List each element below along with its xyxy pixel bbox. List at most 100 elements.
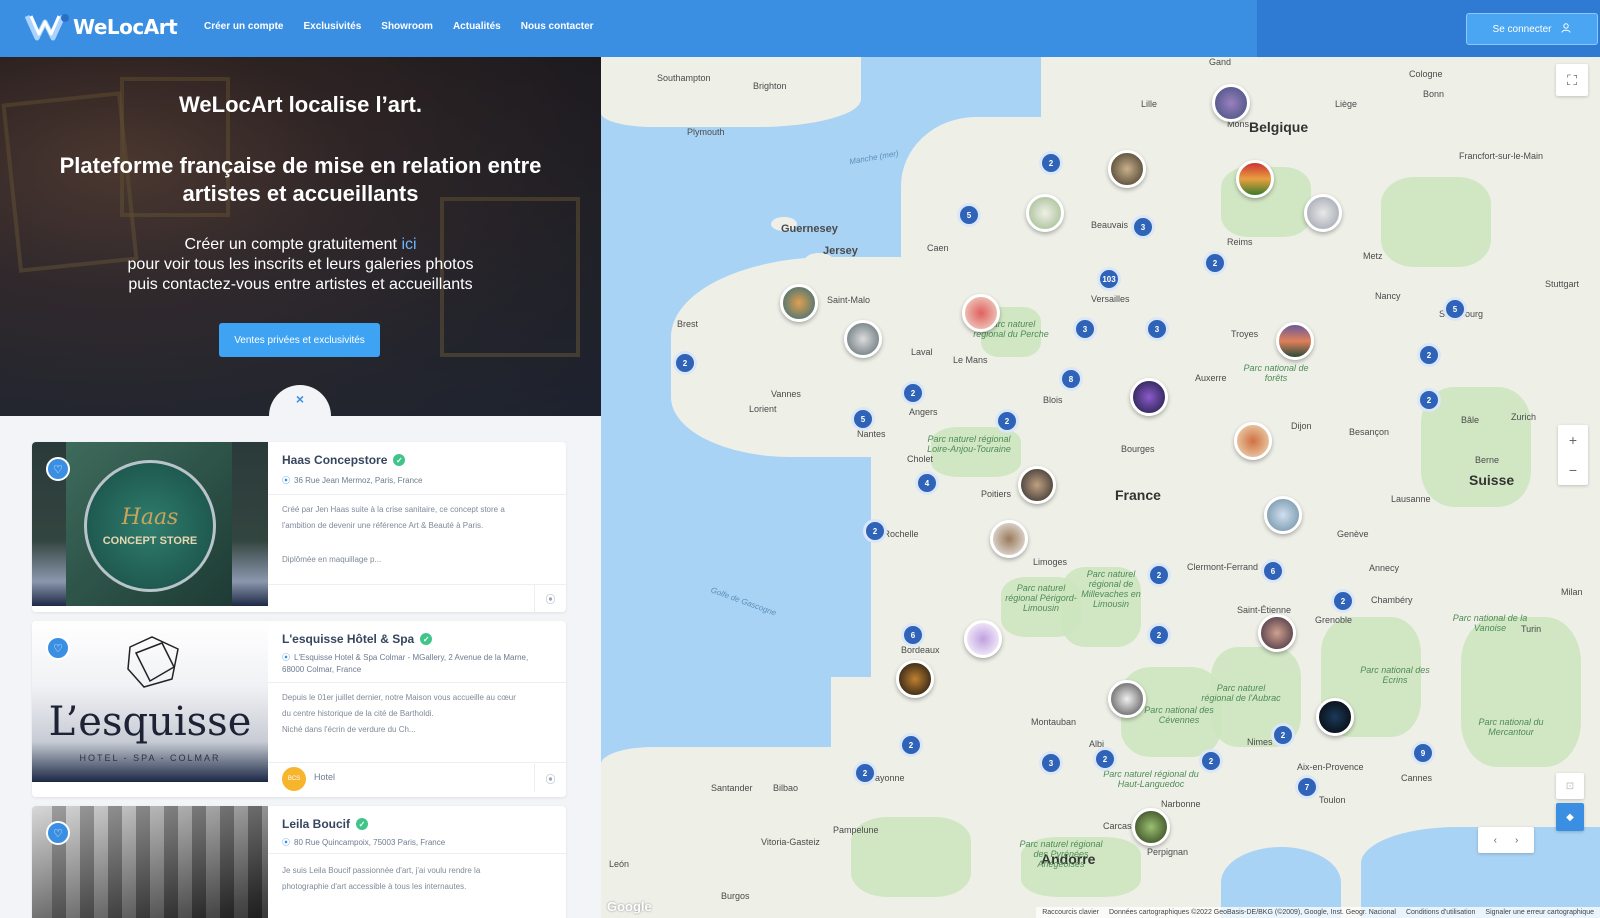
- lock-icon[interactable]: ⊡: [1556, 773, 1584, 799]
- map-cluster-marker[interactable]: 2: [995, 409, 1019, 433]
- divider: [268, 853, 566, 854]
- map-label-brest: Brest: [677, 319, 699, 329]
- park-label: Parc naturel régional de Millevaches en …: [1081, 569, 1141, 609]
- map-label-bordeaux: Bordeaux: [901, 645, 940, 655]
- map-photo-marker[interactable]: [1236, 160, 1274, 198]
- map-cluster-marker[interactable]: 2: [1039, 151, 1063, 175]
- map-photo-marker[interactable]: [1264, 496, 1302, 534]
- map-cluster-marker[interactable]: 2: [853, 761, 877, 785]
- map-cluster-marker[interactable]: 4: [915, 471, 939, 495]
- map-cluster-marker[interactable]: 3: [1039, 751, 1063, 775]
- map-cluster-marker[interactable]: 6: [1261, 559, 1285, 583]
- listing-name[interactable]: Haas Concepstore: [282, 453, 387, 467]
- park-label: Parc naturel régional de l'Aubrac: [1201, 683, 1281, 703]
- login-label: Se connecter: [1492, 23, 1552, 35]
- map-cluster-marker[interactable]: 5: [957, 203, 981, 227]
- map-cluster-marker[interactable]: 2: [901, 381, 925, 405]
- map-cluster-marker[interactable]: 5: [1443, 297, 1467, 321]
- show-on-map-icon[interactable]: ⦿: [534, 764, 566, 792]
- map-photo-marker[interactable]: [964, 620, 1002, 658]
- nav-contact[interactable]: Nous contacter: [521, 21, 594, 32]
- keyboard-shortcuts-link[interactable]: Raccourcis clavier: [1042, 909, 1099, 916]
- map-cluster-marker[interactable]: 2: [1147, 623, 1171, 647]
- login-button[interactable]: Se connecter: [1466, 13, 1598, 45]
- show-on-map-icon[interactable]: ⦿: [534, 584, 566, 612]
- listing-image[interactable]: [32, 806, 268, 918]
- map-cluster-marker[interactable]: 2: [863, 519, 887, 543]
- map-photo-marker[interactable]: [1212, 84, 1250, 122]
- map-cluster-marker[interactable]: 6: [901, 623, 925, 647]
- chevron-right-icon[interactable]: ›: [1515, 835, 1518, 846]
- private-sales-button[interactable]: Ventes privées et exclusivités: [219, 323, 380, 357]
- map-cluster-marker[interactable]: 2: [1417, 388, 1441, 412]
- chevron-left-icon[interactable]: ‹: [1494, 835, 1497, 846]
- map-cluster-marker[interactable]: 7: [1295, 775, 1319, 799]
- map-cluster-marker[interactable]: 2: [1331, 589, 1355, 613]
- pegman-icon[interactable]: ◆: [1556, 803, 1584, 831]
- map-cluster-marker[interactable]: 103: [1097, 267, 1121, 291]
- map-photo-marker[interactable]: [896, 660, 934, 698]
- map-label-dijon: Dijon: [1291, 421, 1312, 431]
- map-photo-marker[interactable]: [1018, 466, 1056, 504]
- map-cluster-marker[interactable]: 8: [1059, 367, 1083, 391]
- left-panel[interactable]: WeLocArt localise l’art. Plateforme fran…: [0, 57, 601, 918]
- map-cluster-marker[interactable]: 3: [1073, 317, 1097, 341]
- listing-name[interactable]: Leila Boucif: [282, 817, 350, 831]
- map-label-liege: Liège: [1335, 99, 1358, 109]
- address-text: 36 Rue Jean Mermoz, Paris, France: [294, 476, 423, 485]
- map-photo-marker[interactable]: [1130, 378, 1168, 416]
- map-cluster-marker[interactable]: 2: [899, 733, 923, 757]
- map-photo-marker[interactable]: [990, 520, 1028, 558]
- fullscreen-icon[interactable]: ⛶: [1556, 64, 1588, 96]
- listing-card[interactable]: Haas CONCEPT STORE ♡ Haas Concepstore ✓ ⦿…: [32, 442, 566, 612]
- map-photo-marker[interactable]: [1258, 614, 1296, 652]
- listing-name[interactable]: L'esquisse Hôtel & Spa: [282, 632, 414, 646]
- map-view[interactable]: France Belgique Suisse Andorre Guernesey…: [601, 57, 1600, 918]
- map-cluster-marker[interactable]: 9: [1411, 741, 1435, 765]
- map-cluster-marker[interactable]: 3: [1131, 215, 1155, 239]
- map-cluster-marker[interactable]: 5: [851, 407, 875, 431]
- report-error-link[interactable]: Signaler une erreur cartographique: [1485, 909, 1594, 916]
- map-photo-marker[interactable]: [1026, 194, 1064, 232]
- map-label-manche: Manche (mer): [848, 148, 900, 167]
- map-cluster-marker[interactable]: 2: [1203, 251, 1227, 275]
- map-photo-marker[interactable]: [1316, 698, 1354, 736]
- map-photo-marker[interactable]: [1108, 150, 1146, 188]
- map-photo-marker[interactable]: [1108, 680, 1146, 718]
- map-photo-marker[interactable]: [1132, 808, 1170, 846]
- listing-card[interactable]: L’esquisse HOTEL - SPA - COLMAR ♡ L'esqu…: [32, 621, 566, 797]
- map-cluster-marker[interactable]: 2: [1271, 723, 1295, 747]
- category-label[interactable]: Hotel: [314, 772, 335, 782]
- nav-actualites[interactable]: Actualités: [453, 21, 501, 32]
- favorite-heart-icon[interactable]: ♡: [46, 636, 70, 660]
- map-photo-marker[interactable]: [780, 284, 818, 322]
- hero-signup-link[interactable]: ici: [401, 236, 416, 253]
- map-cluster-marker[interactable]: 2: [1199, 749, 1223, 773]
- map-label-leon: León: [609, 859, 630, 869]
- terms-link[interactable]: Conditions d'utilisation: [1406, 909, 1475, 916]
- favorite-heart-icon[interactable]: ♡: [46, 821, 70, 845]
- map-cluster-marker[interactable]: 2: [673, 351, 697, 375]
- zoom-in-icon[interactable]: +: [1569, 425, 1577, 455]
- map-cluster-marker[interactable]: 2: [1147, 563, 1171, 587]
- map-cluster-marker[interactable]: 2: [1417, 343, 1441, 367]
- map-photo-marker[interactable]: [962, 294, 1000, 332]
- map-cluster-marker[interactable]: 3: [1145, 317, 1169, 341]
- listing-card[interactable]: ♡ Leila Boucif ✓ ⦿ 80 Rue Quincampoix, 750…: [32, 806, 566, 918]
- map-label-poitiers: Poitiers: [981, 489, 1012, 499]
- nav-exclusivites[interactable]: Exclusivités: [303, 21, 361, 32]
- logo[interactable]: WeLocArt: [24, 12, 178, 42]
- favorite-heart-icon[interactable]: ♡: [46, 457, 70, 481]
- listing-title[interactable]: Haas Concepstore ✓: [282, 453, 406, 467]
- map-photo-marker[interactable]: [1276, 322, 1314, 360]
- listing-title[interactable]: L'esquisse Hôtel & Spa ✓: [282, 632, 433, 646]
- map-cluster-marker[interactable]: 2: [1093, 747, 1117, 771]
- nav-showroom[interactable]: Showroom: [381, 21, 433, 32]
- listing-title[interactable]: Leila Boucif ✓: [282, 817, 369, 831]
- close-icon[interactable]: ×: [269, 391, 331, 407]
- nav-create-account[interactable]: Créer un compte: [204, 21, 283, 32]
- map-photo-marker[interactable]: [844, 320, 882, 358]
- zoom-out-icon[interactable]: −: [1569, 455, 1577, 485]
- map-photo-marker[interactable]: [1234, 422, 1272, 460]
- map-photo-marker[interactable]: [1304, 194, 1342, 232]
